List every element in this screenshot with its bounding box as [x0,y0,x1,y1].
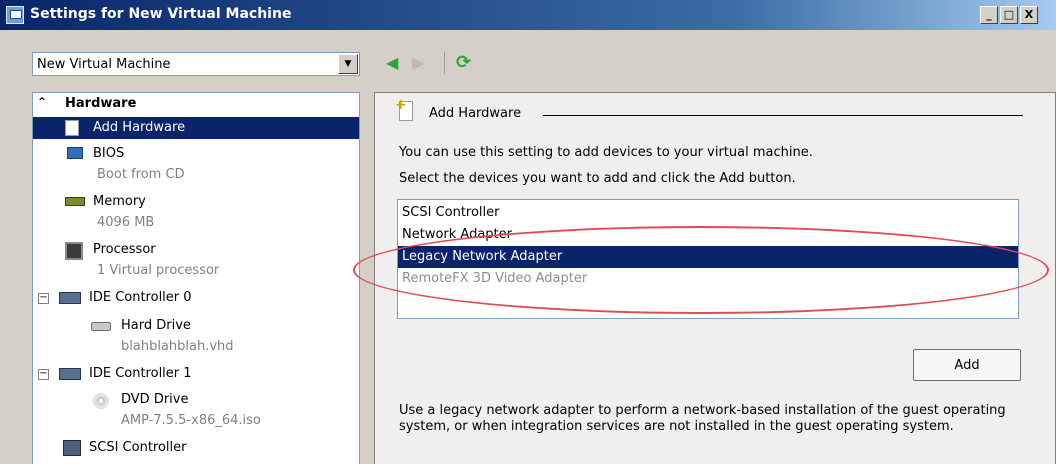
panel-description-1: You can use this setting to add devices … [399,145,813,160]
forward-arrow-icon[interactable]: ▶ [412,54,424,72]
tree-item-memory[interactable]: Memory [33,191,359,213]
tree-item-bios-detail: Boot from CD [33,165,359,187]
dvd-drive-icon [93,393,109,409]
title-bar: Settings for New Virtual Machine _ □ X [0,0,1056,30]
tree-item-sub: 4096 MB [97,215,155,230]
add-button[interactable]: Add [913,349,1021,381]
minimize-button[interactable]: _ [980,6,998,24]
tree-item-sub: blahblahblah.vhd [121,339,234,354]
device-item-remotefx-3d-video-adapter: RemoteFX 3D Video Adapter [402,271,588,286]
tree-item-dvd-drive-detail: AMP-7.5.5-x86_64.iso [33,411,359,433]
maximize-button[interactable]: □ [1000,6,1018,24]
collapse-minus-icon[interactable]: − [38,293,49,304]
close-button[interactable]: X [1020,6,1038,24]
refresh-icon[interactable]: ⟳ [456,54,471,72]
device-help-text: Use a legacy network adapter to perform … [399,403,1006,434]
vm-selector-value: New Virtual Machine [37,57,171,72]
tree-item-memory-detail: 4096 MB [33,213,359,235]
tree-item-label: Processor [93,242,156,257]
tree-item-sub: AMP-7.5.5-x86_64.iso [121,413,261,428]
ide-controller-icon [59,292,81,304]
section-divider [543,115,1023,116]
vm-selector-dropdown[interactable]: New Virtual Machine ▼ [32,52,360,76]
device-item-legacy-network-adapter[interactable]: Legacy Network Adapter [398,246,1018,268]
device-item-scsi-controller[interactable]: SCSI Controller [398,202,1018,224]
hard-drive-icon [91,322,111,331]
tree-item-label: IDE Controller 1 [89,366,192,381]
memory-icon [65,197,85,206]
tree-header-hardware[interactable]: ⌃ Hardware [33,93,359,115]
bios-icon [67,147,83,159]
section-title: Add Hardware [429,106,522,121]
tree-header-label: Hardware [65,96,137,111]
device-list[interactable]: SCSI Controller Network Adapter Legacy N… [397,199,1019,319]
tree-item-processor-detail: 1 Virtual processor [33,261,359,283]
tree-item-label: DVD Drive [121,392,189,407]
tree-item-dvd-drive[interactable]: DVD Drive [33,389,359,411]
tree-item-hard-drive-detail: blahblahblah.vhd [33,337,359,359]
add-hardware-icon [65,120,79,136]
tree-item-label: Hard Drive [121,318,191,333]
device-item-network-adapter[interactable]: Network Adapter [398,224,1018,246]
nav-separator [444,52,445,74]
tree-item-processor[interactable]: Processor [33,239,359,261]
tree-item-scsi-controller[interactable]: SCSI Controller [33,437,359,459]
add-hardware-panel: + Add Hardware You can use this setting … [374,92,1056,464]
tree-item-sub: 1 Virtual processor [97,263,220,278]
back-arrow-icon[interactable]: ◀ [386,54,398,72]
ide-controller-icon [59,368,81,380]
collapse-up-icon[interactable]: ⌃ [37,95,47,109]
tree-item-label: SCSI Controller [89,440,187,455]
tree-item-ide-controller-1[interactable]: − IDE Controller 1 [33,363,359,385]
tree-item-hard-drive[interactable]: Hard Drive [33,315,359,337]
tree-item-label: BIOS [93,146,125,161]
toolbar: New Virtual Machine ▼ ◀ ▶ ⟳ [0,30,1056,86]
tree-item-sub: Boot from CD [97,167,185,182]
plus-icon: + [395,97,407,113]
scsi-controller-icon [63,440,81,456]
tree-item-ide-controller-0[interactable]: − IDE Controller 0 [33,287,359,309]
tree-item-label: IDE Controller 0 [89,290,192,305]
tree-item-bios[interactable]: BIOS [33,143,359,165]
tree-item-label: Memory [93,194,146,209]
tree-item-add-hardware[interactable]: Add Hardware [33,117,359,139]
hardware-tree[interactable]: ⌃ Hardware Add Hardware BIOS Boot from C… [32,92,360,464]
settings-window-icon [6,6,24,24]
panel-description-2: Select the devices you want to add and c… [399,171,796,186]
processor-icon [65,242,83,260]
chevron-down-icon[interactable]: ▼ [338,54,358,74]
collapse-minus-icon[interactable]: − [38,369,49,380]
tree-item-label: Add Hardware [93,120,186,135]
window-title: Settings for New Virtual Machine [30,6,292,22]
